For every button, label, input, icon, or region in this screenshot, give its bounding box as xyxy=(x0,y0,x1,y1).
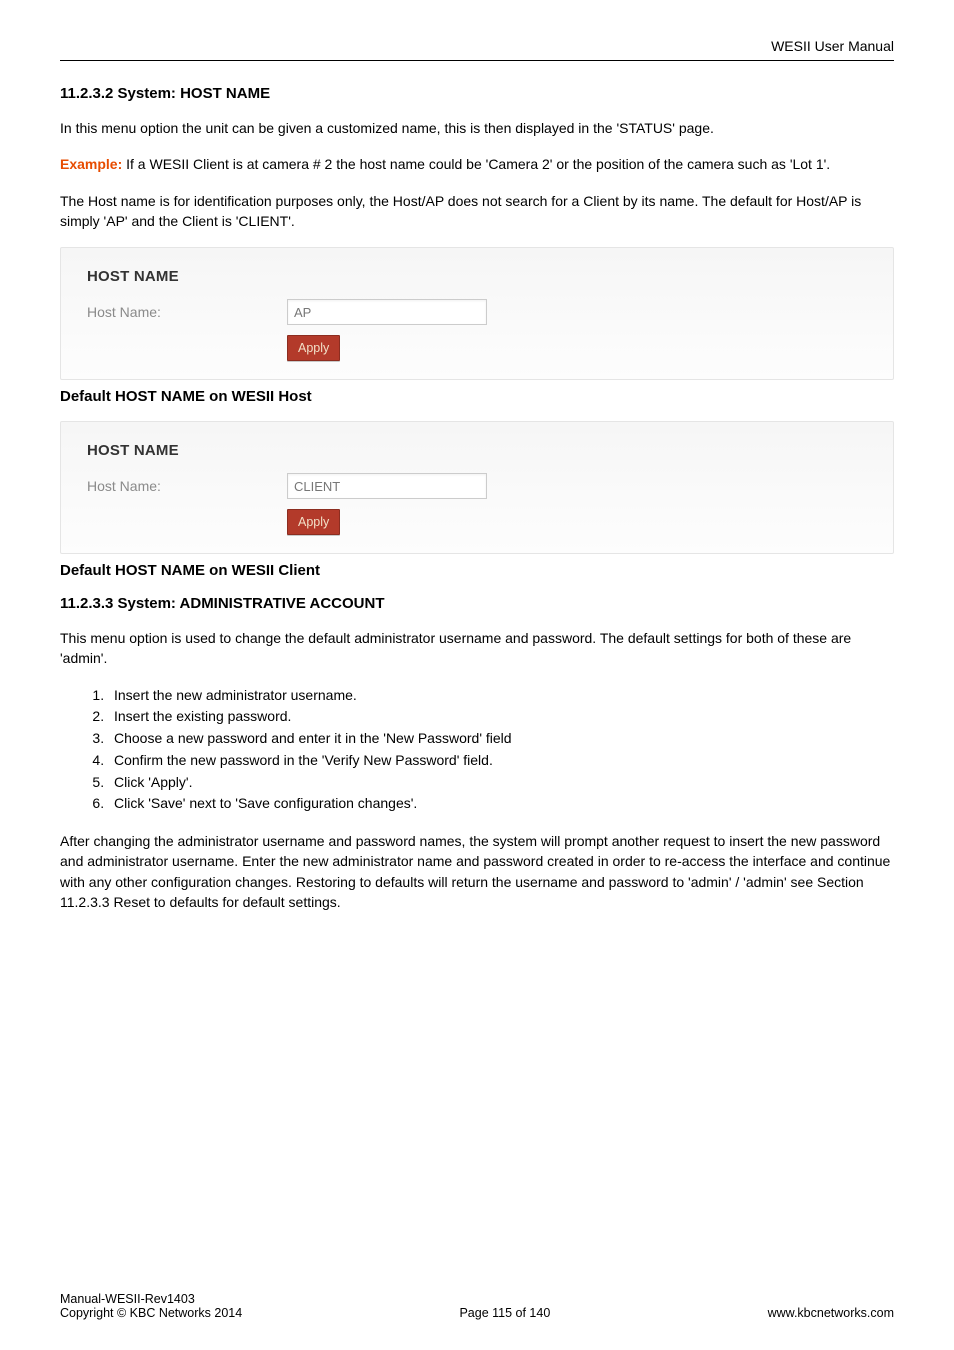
form-row: Host Name: xyxy=(87,299,867,325)
list-item: Insert the existing password. xyxy=(108,706,894,728)
example-label: Example: xyxy=(60,156,122,172)
hostname-label: Host Name: xyxy=(87,478,227,494)
footer-manual-id: Manual-WESII-Rev1403 xyxy=(60,1292,242,1306)
footer-url: www.kbcnetworks.com xyxy=(768,1306,894,1320)
screenshot-caption: Default HOST NAME on WESII Host xyxy=(60,388,894,405)
list-item: Insert the new administrator username. xyxy=(108,685,894,707)
button-row: Apply xyxy=(87,335,867,361)
list-item: Click 'Apply'. xyxy=(108,772,894,794)
footer-page-number: Page 115 of 140 xyxy=(459,1306,550,1320)
list-item: Choose a new password and enter it in th… xyxy=(108,728,894,750)
header-rule xyxy=(60,60,894,61)
paragraph: In this menu option the unit can be give… xyxy=(60,118,894,138)
hostname-label: Host Name: xyxy=(87,304,227,320)
page: WESII User Manual 11.2.3.2 System: HOST … xyxy=(0,0,954,1350)
footer-copyright: Copyright © KBC Networks 2014 xyxy=(60,1306,242,1320)
screenshot-title: HOST NAME xyxy=(87,442,867,459)
button-row: Apply xyxy=(87,509,867,535)
screenshot-hostname-host: HOST NAME Host Name: Apply xyxy=(60,247,894,380)
screenshot-hostname-client: HOST NAME Host Name: Apply xyxy=(60,421,894,554)
footer-left: Manual-WESII-Rev1403 Copyright © KBC Net… xyxy=(60,1292,242,1320)
paragraph: After changing the administrator usernam… xyxy=(60,831,894,912)
apply-button[interactable]: Apply xyxy=(287,509,340,535)
list-item: Confirm the new password in the 'Verify … xyxy=(108,750,894,772)
screenshot-caption: Default HOST NAME on WESII Client xyxy=(60,562,894,579)
paragraph: The Host name is for identification purp… xyxy=(60,191,894,232)
paragraph: This menu option is used to change the d… xyxy=(60,628,894,669)
header-doc-title: WESII User Manual xyxy=(60,38,894,54)
screenshot-title: HOST NAME xyxy=(87,268,867,285)
list-item: Click 'Save' next to 'Save configuration… xyxy=(108,793,894,815)
section-heading-admin-account: 11.2.3.3 System: ADMINISTRATIVE ACCOUNT xyxy=(60,595,894,612)
hostname-input[interactable] xyxy=(287,299,487,325)
hostname-input[interactable] xyxy=(287,473,487,499)
form-row: Host Name: xyxy=(87,473,867,499)
page-footer: Manual-WESII-Rev1403 Copyright © KBC Net… xyxy=(60,1292,894,1320)
example-text: If a WESII Client is at camera # 2 the h… xyxy=(122,156,830,172)
section-heading-hostname: 11.2.3.2 System: HOST NAME xyxy=(60,85,894,102)
apply-button[interactable]: Apply xyxy=(287,335,340,361)
steps-list: Insert the new administrator username. I… xyxy=(108,685,894,815)
paragraph-example: Example: If a WESII Client is at camera … xyxy=(60,154,894,174)
